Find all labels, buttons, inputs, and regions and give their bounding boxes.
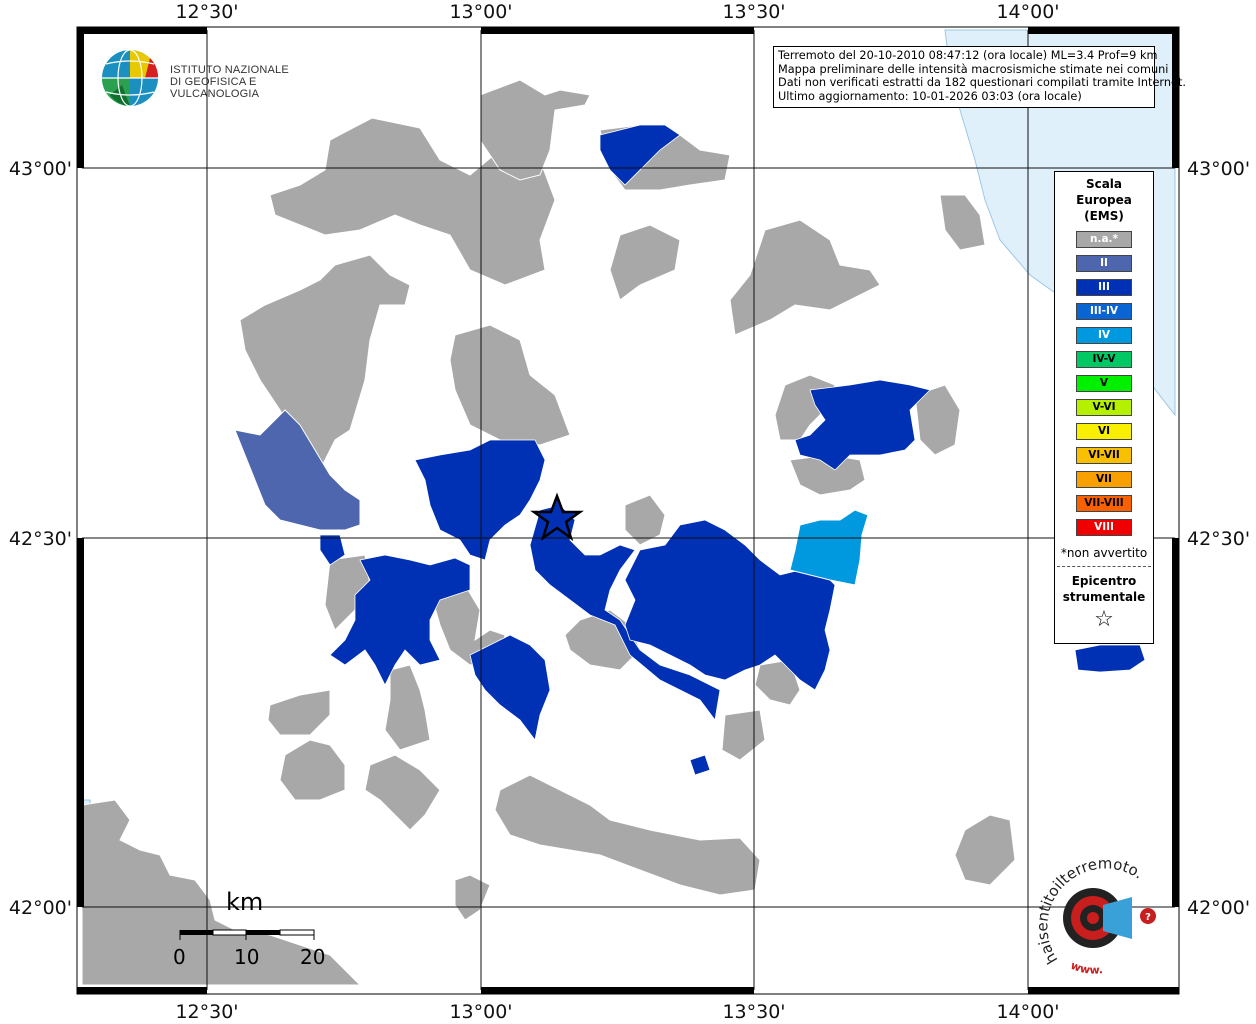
scale-bar-tick-10: 10 [234,945,260,969]
hst-logo-text: haisentitoilterremoto.it [1030,850,1147,967]
legend-items: n.a.* II III III-IV IV IV-V V V-VI VI VI-VII VII VI… [1055,231,1153,536]
legend-swatch: III [1076,279,1132,296]
scale-bar-unit: km [226,888,264,916]
ems-legend: Scala Europea (EMS) n.a.* II III III-IV IV IV… [1054,171,1154,644]
legend-swatch: VII-VIII [1076,495,1132,512]
event-info-line4: Ultimo aggiornamento: 10-01-2026 03:03 (… [778,89,1082,103]
event-info-line2: Mappa preliminare delle intensità macros… [778,62,1169,76]
legend-star-icon: ☆ [1094,607,1114,632]
lat-label-left-2: 42°30' [9,528,72,550]
legend-divider [1057,566,1151,567]
legend-swatch: IV-V [1076,351,1132,368]
legend-epicenter-line2: strumentale [1062,590,1146,604]
legend-note: *non avvertito [1060,546,1148,560]
lon-label-top-1: 12°30' [175,1,238,23]
legend-swatch: V [1076,375,1132,392]
legend-swatch: VI-VII [1076,447,1132,464]
legend-swatch: VII [1076,471,1132,488]
ingv-name: ISTITUTO NAZIONALE DI GEOFISICA E VULCAN… [170,64,320,100]
lat-label-right-2: 42°30' [1187,528,1250,550]
ingv-name-line2: DI GEOFISICA E VULCANOLOGIA [170,76,260,100]
lon-label-top-4: 14°00' [996,1,1059,23]
lon-label-bottom-3: 13°30' [722,1001,785,1023]
legend-swatch: V-VI [1076,399,1132,416]
lat-label-left-3: 42°00' [9,897,72,919]
legend-swatch: VI [1076,423,1132,440]
legend-epicenter-label: Epicentro strumentale [1055,573,1153,605]
legend-swatch: II [1076,255,1132,272]
event-info-line1: Terremoto del 20-10-2010 08:47:12 (ora l… [778,49,1158,62]
legend-epicenter-line1: Epicentro [1071,574,1137,588]
legend-title: Scala Europea (EMS) [1055,176,1153,224]
hst-logo-www: www. [1069,959,1104,977]
lon-label-bottom-2: 13°00' [449,1001,512,1023]
lat-label-right-3: 42°00' [1187,897,1250,919]
legend-swatch: III-IV [1076,303,1132,320]
ingv-name-line1: ISTITUTO NAZIONALE [170,64,289,76]
scale-bar-tick-20: 20 [300,945,326,969]
ingv-logo: ISTITUTO NAZIONALE DI GEOFISICA E VULCAN… [100,46,320,110]
legend-swatch: n.a.* [1076,231,1132,248]
event-info-box: Terremoto del 20-10-2010 08:47:12 (ora l… [773,46,1187,108]
legend-swatch: VIII [1076,519,1132,536]
lon-label-bottom-1: 12°30' [175,1001,238,1023]
lon-label-top-3: 13°30' [722,1,785,23]
legend-swatch: IV [1076,327,1132,344]
legend-title-line2: Europea [1076,193,1132,207]
scale-bar-tick-0: 0 [173,945,186,969]
lat-label-right-1: 43°00' [1187,158,1250,180]
legend-title-line1: Scala [1085,177,1123,191]
lon-label-bottom-4: 14°00' [996,1001,1059,1023]
hst-logo: haisentitoilterremoto.it www. [1030,850,1147,977]
lat-label-left-1: 43°00' [9,158,72,180]
lon-label-top-2: 13°00' [449,1,512,23]
event-info-line3: Dati non verificati estratti da 182 ques… [778,76,1187,90]
legend-title-line3: (EMS) [1084,209,1124,223]
